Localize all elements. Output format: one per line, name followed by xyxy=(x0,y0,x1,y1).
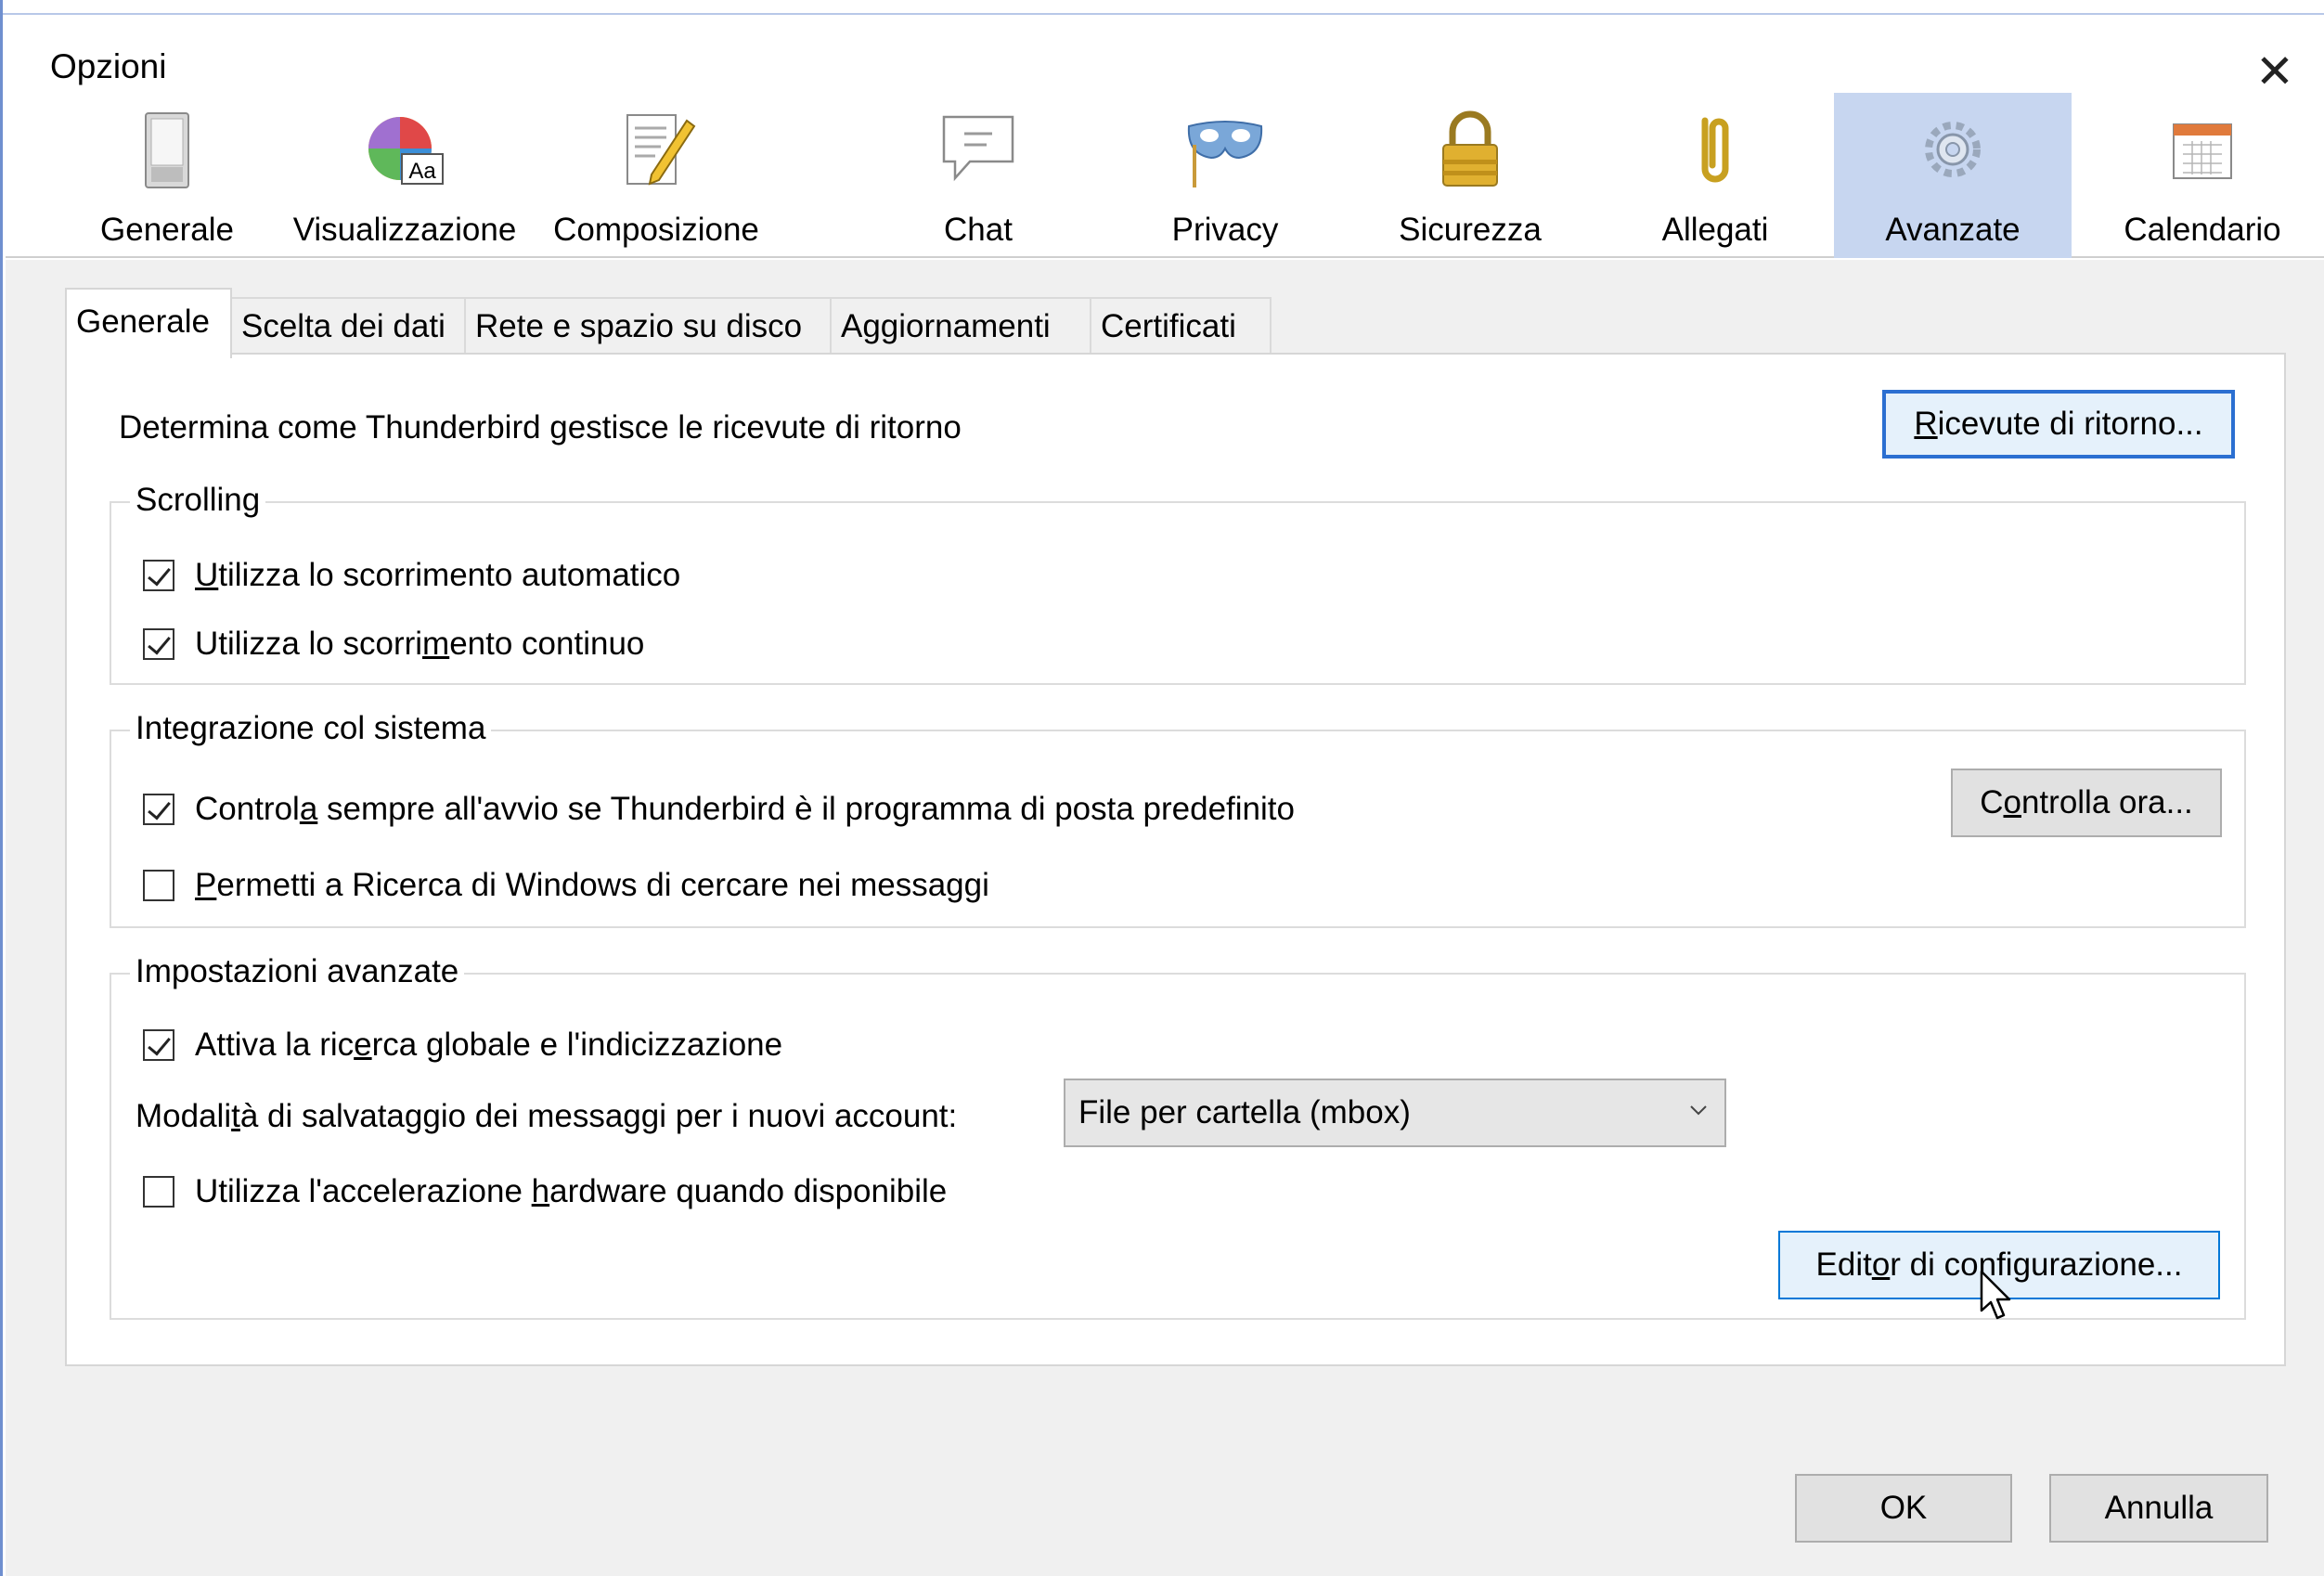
pane-avanzate[interactable]: Avanzate xyxy=(1834,93,2072,258)
hw-accel-checkbox[interactable] xyxy=(143,1176,174,1208)
default-client-label: Controla sempre all'avvio se Thunderbird… xyxy=(195,791,1295,827)
tab-scelta-dei-dati[interactable]: Scelta dei dati xyxy=(230,297,466,356)
ok-button[interactable]: OK xyxy=(1795,1474,2012,1543)
pane-chat[interactable]: Chat xyxy=(859,93,1097,258)
cancel-button[interactable]: Annulla xyxy=(2049,1474,2268,1543)
pane-label: Chat xyxy=(944,212,1013,248)
pane-privacy[interactable]: Privacy xyxy=(1106,93,1344,258)
tab-generale[interactable]: Generale xyxy=(65,288,232,358)
default-client-checkbox-row[interactable]: Controla sempre all'avvio se Thunderbird… xyxy=(143,789,1295,830)
pane-label: Sicurezza xyxy=(1399,212,1542,248)
content-area: Generale Scelta dei dati Rete e spazio s… xyxy=(6,260,2324,1576)
chat-bubble-icon xyxy=(942,115,1014,182)
scrolling-group: Scrolling Utilizza lo scorrimento automa… xyxy=(110,481,2246,685)
windows-search-label: Permetti a Ricerca di Windows di cercare… xyxy=(195,867,989,903)
global-search-checkbox-row[interactable]: Attiva la ricerca globale e l'indicizzaz… xyxy=(143,1025,782,1066)
hw-accel-checkbox-row[interactable]: Utilizza l'accelerazione hardware quando… xyxy=(143,1171,947,1212)
return-receipts-button[interactable]: Ricevute di ritorno... xyxy=(1882,390,2235,459)
smooth-scroll-checkbox[interactable] xyxy=(143,628,174,660)
hw-accel-label: Utilizza l'accelerazione hardware quando… xyxy=(195,1173,948,1209)
check-now-button[interactable]: Controlla ora... xyxy=(1951,769,2222,837)
global-search-checkbox[interactable] xyxy=(143,1029,174,1061)
chevron-down-icon xyxy=(1690,1105,1707,1116)
system-integration-caption: Integrazione col sistema xyxy=(130,709,492,748)
default-client-checkbox[interactable] xyxy=(143,794,174,825)
tab-certificati[interactable]: Certificati xyxy=(1090,297,1272,356)
windows-search-checkbox-row[interactable]: Permetti a Ricerca di Windows di cercare… xyxy=(143,865,989,906)
receipts-description: Determina come Thunderbird gestisce le r… xyxy=(119,409,962,446)
advanced-settings-caption: Impostazioni avanzate xyxy=(130,952,465,991)
switch-icon xyxy=(145,112,189,188)
pane-composizione[interactable]: Composizione xyxy=(531,93,781,258)
calendar-icon xyxy=(2173,123,2232,179)
tab-rete-e-spazio-su-disco[interactable]: Rete e spazio su disco xyxy=(464,297,832,356)
pane-label: Allegati xyxy=(1661,212,1769,248)
mask-icon xyxy=(1187,121,1263,187)
compose-pencil-icon xyxy=(626,114,696,186)
smooth-scroll-checkbox-row[interactable]: Utilizza lo scorrimento continuo xyxy=(143,624,644,665)
pane-label: Avanzate xyxy=(1885,212,2021,248)
scrolling-caption: Scrolling xyxy=(130,481,266,520)
options-window: Opzioni ✕ Generale Aa Visualizzazione Co… xyxy=(0,0,2324,1576)
pane-label: Generale xyxy=(100,212,234,248)
padlock-icon xyxy=(1442,110,1498,187)
autoscroll-checkbox-row[interactable]: Utilizza lo scorrimento automatico xyxy=(143,555,680,596)
window-top-edge xyxy=(3,0,2324,15)
system-integration-group: Integrazione col sistema Controla sempre… xyxy=(110,709,2246,928)
message-store-select[interactable]: File per cartella (mbox) xyxy=(1064,1079,1726,1147)
gears-icon xyxy=(1925,122,1981,177)
autoscroll-label: Utilizza lo scorrimento automatico xyxy=(195,557,681,593)
font-aa-text: Aa xyxy=(408,159,436,184)
tab-panel-generale: Determina come Thunderbird gestisce le r… xyxy=(65,353,2286,1366)
global-search-label: Attiva la ricerca globale e l'indicizzaz… xyxy=(195,1027,783,1063)
windows-search-checkbox[interactable] xyxy=(143,870,174,901)
message-store-value: File per cartella (mbox) xyxy=(1078,1094,1411,1130)
message-store-label: Modalità di salvataggio dei messaggi per… xyxy=(136,1098,958,1134)
pane-generale[interactable]: Generale xyxy=(48,93,286,258)
advanced-settings-group: Impostazioni avanzate Attiva la ricerca … xyxy=(110,952,2246,1320)
window-title: Opzioni xyxy=(50,47,167,85)
pane-calendario[interactable]: Calendario xyxy=(2079,93,2324,258)
smooth-scroll-label: Utilizza lo scorrimento continuo xyxy=(195,626,645,662)
paperclip-icon xyxy=(1701,117,1729,183)
pane-label: Composizione xyxy=(553,212,759,248)
tab-aggiornamenti[interactable]: Aggiornamenti xyxy=(830,297,1091,356)
pane-toolbar: Generale Aa Visualizzazione Composizione… xyxy=(6,89,2324,258)
pane-label: Visualizzazione xyxy=(292,212,517,248)
mouse-cursor-icon xyxy=(1980,1270,2011,1320)
pane-allegati[interactable]: Allegati xyxy=(1596,93,1834,258)
pane-visualizzazione[interactable]: Aa Visualizzazione xyxy=(284,93,525,258)
font-palette-icon: Aa xyxy=(368,117,444,185)
autoscroll-checkbox[interactable] xyxy=(143,560,174,591)
pane-sicurezza[interactable]: Sicurezza xyxy=(1351,93,1589,258)
title-bar: Opzioni ✕ xyxy=(6,15,2324,97)
pane-label: Privacy xyxy=(1171,212,1279,248)
pane-label: Calendario xyxy=(2124,212,2281,248)
